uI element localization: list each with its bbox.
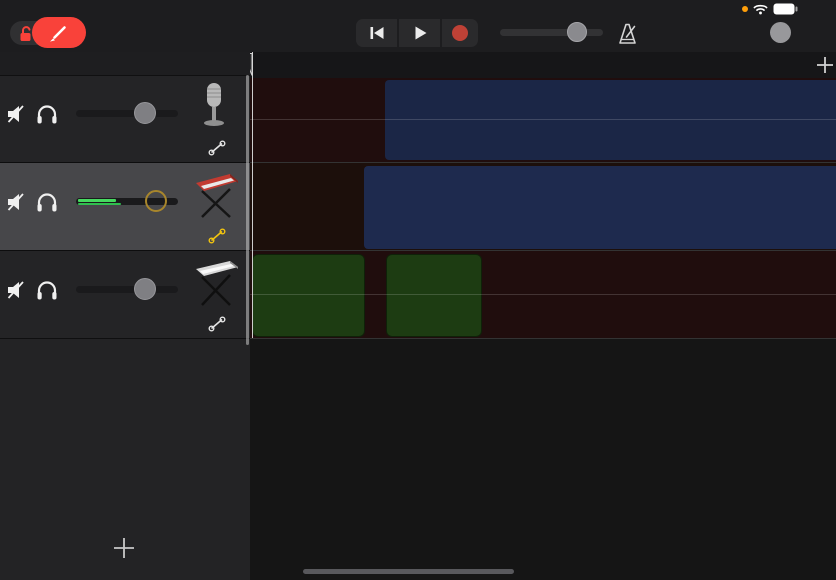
region-my-sample-1-a[interactable] — [252, 254, 365, 337]
mute-button[interactable] — [6, 191, 28, 213]
master-volume-slider[interactable] — [500, 29, 603, 36]
region-afloat-pad[interactable] — [364, 166, 836, 249]
track-volume-slider[interactable] — [76, 110, 178, 117]
divider — [0, 162, 250, 163]
lane-centerline — [250, 119, 836, 120]
playhead[interactable] — [252, 52, 254, 338]
track-volume-knob[interactable] — [134, 278, 156, 300]
track-scroll-indicator[interactable] — [246, 75, 249, 345]
headphones-button[interactable] — [36, 191, 58, 213]
region-narrator[interactable] — [385, 80, 836, 160]
edit-pencil-button[interactable] — [32, 17, 86, 48]
play-button[interactable] — [399, 19, 440, 47]
lane-centerline — [250, 294, 836, 295]
level-meter-right — [78, 203, 121, 206]
divider — [0, 75, 250, 76]
mute-button[interactable] — [6, 279, 28, 301]
mute-button[interactable] — [6, 103, 28, 125]
audio-waveform — [364, 166, 836, 249]
track-header-narrator[interactable] — [0, 75, 250, 162]
garageband-app — [0, 0, 836, 580]
microphone-icon — [192, 81, 236, 137]
automation-icon[interactable] — [208, 315, 226, 333]
play-icon — [412, 25, 428, 41]
track-header-sidebar — [0, 52, 250, 580]
add-region-plus-button[interactable] — [816, 56, 834, 74]
lane-divider — [250, 338, 836, 339]
timeline-area[interactable] — [250, 52, 836, 580]
headphones-button[interactable] — [36, 279, 58, 301]
ruler[interactable] — [250, 52, 836, 78]
help-button[interactable] — [770, 22, 791, 43]
master-volume-knob[interactable] — [567, 22, 587, 42]
record-button[interactable] — [442, 19, 478, 47]
battery-icon — [773, 3, 798, 15]
divider — [0, 338, 250, 339]
automation-icon[interactable] — [208, 139, 226, 157]
track-volume-slider[interactable] — [76, 286, 178, 293]
pencil-icon — [49, 23, 69, 43]
lane-divider — [250, 162, 836, 163]
headphones-button[interactable] — [36, 103, 58, 125]
lane-divider — [250, 250, 836, 251]
synthesizer-icon — [192, 169, 240, 223]
location-indicator-icon — [742, 6, 748, 12]
divider — [0, 250, 250, 251]
wifi-icon — [753, 3, 768, 15]
track-header-my-sample-1[interactable] — [0, 251, 250, 338]
audio-waveform — [385, 80, 836, 160]
add-track-button[interactable] — [112, 536, 136, 560]
track-volume-knob[interactable] — [134, 102, 156, 124]
horizontal-scrollbar[interactable] — [303, 569, 514, 574]
level-meter-left — [78, 199, 116, 202]
transport-controls — [356, 19, 478, 47]
keyboard-icon — [192, 257, 240, 311]
rewind-button[interactable] — [356, 19, 397, 47]
region-my-sample-1-b[interactable] — [386, 254, 482, 337]
record-icon — [452, 25, 468, 41]
track-volume-slider[interactable] — [76, 198, 178, 205]
status-icons — [742, 3, 798, 15]
track-volume-knob[interactable] — [145, 190, 167, 212]
automation-icon[interactable] — [208, 227, 226, 245]
rewind-icon — [368, 25, 386, 41]
metronome-button[interactable] — [614, 21, 640, 47]
toolbar — [0, 0, 836, 52]
track-header-synthesizer[interactable] — [0, 163, 250, 250]
